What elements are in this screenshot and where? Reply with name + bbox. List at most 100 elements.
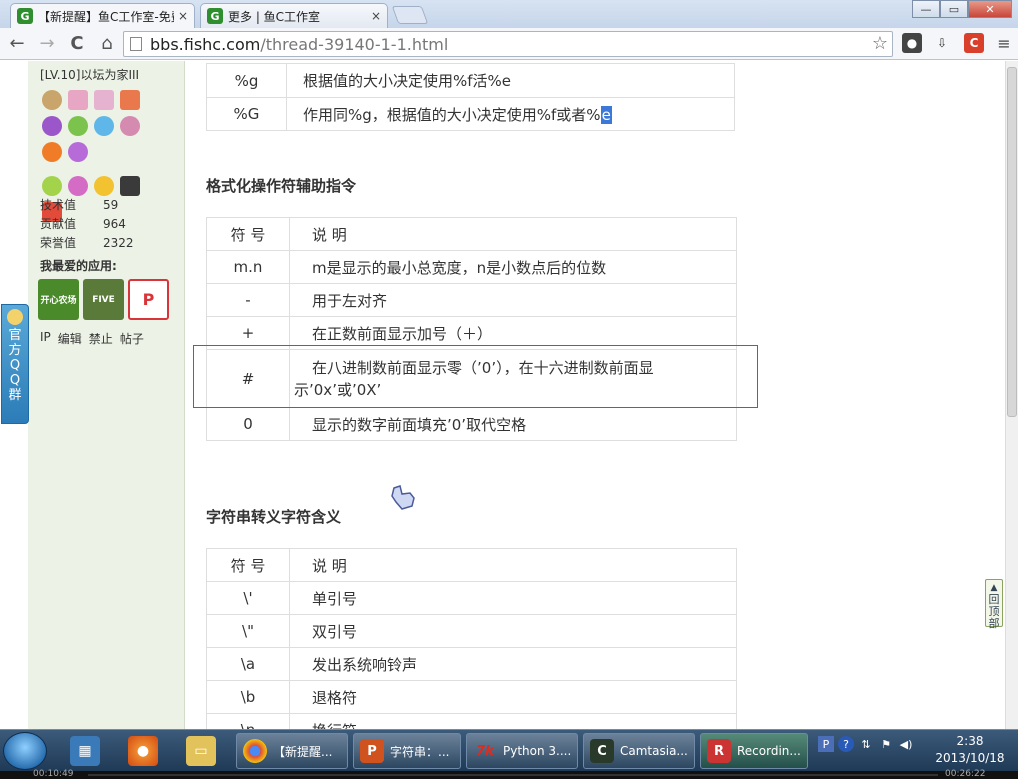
- task-python[interactable]: 7k Python 3....: [466, 733, 578, 769]
- forward-arrow-icon[interactable]: →: [34, 31, 60, 57]
- user-rank: [LV.10]以坛为家III: [40, 68, 140, 82]
- task-powerpoint[interactable]: P 字符串：...: [353, 733, 461, 769]
- medal-icon[interactable]: [120, 90, 141, 110]
- symbol-cell: %g: [206, 63, 287, 98]
- new-tab-button[interactable]: [391, 6, 429, 24]
- url-host: bbs.fishc.com: [150, 34, 261, 54]
- medal-icon[interactable]: [120, 176, 141, 196]
- volume-icon[interactable]: ◀): [898, 736, 914, 752]
- symbol-cell: \n: [206, 713, 290, 729]
- firefox-icon[interactable]: ●: [128, 736, 158, 766]
- desc-cell: 换行符: [289, 713, 737, 729]
- start-button[interactable]: [3, 732, 47, 770]
- address-bar[interactable]: bbs.fishc.com/thread-39140-1-1.html ☆: [123, 31, 893, 57]
- user-sidebar: [LV.10]以坛为家III 技术值 59 贡献值 964 荣誉值 2322 我最爱的…: [28, 61, 185, 729]
- table-header-row: 符 号 说 明: [206, 548, 737, 582]
- medal-icon[interactable]: [94, 116, 115, 136]
- medal-icon[interactable]: [42, 142, 62, 162]
- tab-label: 【新提醒】鱼C工作室-免费: [38, 9, 174, 24]
- medal-icon[interactable]: [68, 142, 89, 162]
- stat-value: 2322: [103, 235, 134, 250]
- medal-icon[interactable]: [94, 176, 115, 196]
- back-arrow-icon[interactable]: ←: [4, 31, 30, 57]
- desc-cell: 根据值的大小决定使用%f活%e: [286, 63, 735, 98]
- close-window-button[interactable]: ✕: [968, 0, 1012, 18]
- medal-icon[interactable]: [94, 90, 115, 110]
- stat-value: 964: [103, 216, 126, 231]
- help-icon[interactable]: ?: [838, 736, 854, 752]
- p-app-icon[interactable]: P: [128, 279, 169, 320]
- table-row: \n 换行符: [206, 713, 737, 729]
- powerpoint-icon: P: [360, 739, 384, 763]
- web-page: [LV.10]以坛为家III 技术值 59 贡献值 964 荣誉值 2322 我最爱的…: [0, 61, 1018, 729]
- medal-icon[interactable]: [68, 116, 89, 136]
- stat-label: 贡献值: [40, 217, 77, 231]
- download-icon[interactable]: ⇩: [932, 33, 952, 53]
- desc-cell: 作用同%g，根据值的大小决定使用%f或者%e: [286, 97, 735, 131]
- desc-cell: 双引号: [289, 614, 737, 648]
- camtasia-icon: C: [590, 739, 614, 763]
- ip-link[interactable]: IP: [40, 330, 51, 347]
- medal-icon[interactable]: [68, 90, 89, 110]
- maximize-button[interactable]: ▭: [940, 0, 968, 18]
- tray-p-icon[interactable]: P: [818, 736, 834, 752]
- minimize-button[interactable]: —: [912, 0, 940, 18]
- official-qq-group-badge[interactable]: 官 方 Q Q 群: [1, 304, 29, 424]
- task-chrome[interactable]: 【新提醒...: [236, 733, 348, 769]
- python-icon: 7k: [476, 743, 494, 759]
- ban-link[interactable]: 禁止: [89, 330, 113, 347]
- recorder-elapsed: 00:10:49: [33, 769, 74, 779]
- task-camtasia[interactable]: C Camtasia...: [583, 733, 695, 769]
- table-row: 0 显示的数字前面填充’0’取代空格: [206, 407, 737, 441]
- table-row: - 用于左对齐: [206, 283, 737, 317]
- symbol-cell: m.n: [206, 250, 290, 284]
- flag-icon[interactable]: ⚑: [878, 736, 894, 752]
- posts-link[interactable]: 帖子: [120, 330, 144, 347]
- system-clock[interactable]: 2:38 2013/10/18: [930, 733, 1010, 767]
- medal-icon[interactable]: [42, 116, 62, 136]
- header-desc: 说 明: [289, 217, 737, 251]
- edit-link[interactable]: 编辑: [58, 330, 82, 347]
- tab-fishc-more[interactable]: G 更多 | 鱼C工作室 ×: [200, 3, 388, 28]
- page-icon: [130, 37, 142, 51]
- recorder-strip: 00:10:49 00:26:22: [0, 769, 1018, 779]
- favorite-apps: 开心农场 FIVE P: [38, 279, 169, 320]
- clock-date: 2013/10/18: [935, 751, 1005, 765]
- recording-icon: R: [707, 739, 731, 763]
- browser-toolbar: ← → C ⌂ bbs.fishc.com/thread-39140-1-1.h…: [0, 28, 1018, 60]
- reload-icon[interactable]: C: [64, 31, 90, 57]
- extension-icon[interactable]: ●: [902, 33, 922, 53]
- network-icon[interactable]: ⇅: [858, 736, 874, 752]
- tab-close-icon[interactable]: ×: [371, 9, 381, 23]
- menu-wrench-icon[interactable]: ≡: [994, 33, 1014, 53]
- game-app-icon[interactable]: 开心农场: [38, 279, 79, 320]
- home-icon[interactable]: ⌂: [94, 31, 120, 57]
- back-to-top-button[interactable]: ▲ 回 顶 部: [985, 579, 1003, 630]
- medal-icon[interactable]: [42, 176, 62, 196]
- medal-icon[interactable]: [120, 116, 141, 136]
- fishc-favicon-icon: G: [207, 8, 223, 24]
- folder-icon[interactable]: ▭: [186, 736, 216, 766]
- page-scrollbar[interactable]: [1005, 61, 1018, 729]
- window-controls: — ▭ ✕: [912, 0, 1012, 18]
- tab-label: 更多 | 鱼C工作室: [228, 9, 321, 24]
- extension-c-icon[interactable]: C: [964, 33, 984, 53]
- scrollbar-thumb[interactable]: [1007, 67, 1017, 417]
- url-path: /thread-39140-1-1.html: [260, 34, 449, 54]
- medal-icon[interactable]: [68, 176, 89, 196]
- tab-fishc-thread[interactable]: G 【新提醒】鱼C工作室-免费 ×: [10, 3, 195, 28]
- bookmark-star-icon[interactable]: ☆: [872, 33, 888, 54]
- five-minutes-app-icon[interactable]: FIVE: [83, 279, 124, 320]
- stat-value: 59: [103, 197, 119, 212]
- system-tray: P ? ⇅ ⚑ ◀): [818, 736, 914, 752]
- windows-taskbar: ▦ ● ▭ 【新提醒... P 字符串：... 7k Python 3.... …: [0, 729, 1018, 771]
- fishc-favicon-icon: G: [17, 8, 33, 24]
- tab-close-icon[interactable]: ×: [178, 9, 188, 23]
- explorer-quicklaunch-icon[interactable]: ▦: [70, 736, 100, 766]
- medal-icon[interactable]: [42, 90, 62, 110]
- table-row: m.n m是显示的最小总宽度，n是小数点后的位数: [206, 250, 737, 284]
- task-recording[interactable]: R Recordin...: [700, 733, 808, 769]
- recorder-progress: [88, 774, 938, 776]
- user-stats: 技术值 59 贡献值 964 荣誉值 2322: [40, 195, 134, 252]
- header-symbol: 符 号: [206, 548, 290, 582]
